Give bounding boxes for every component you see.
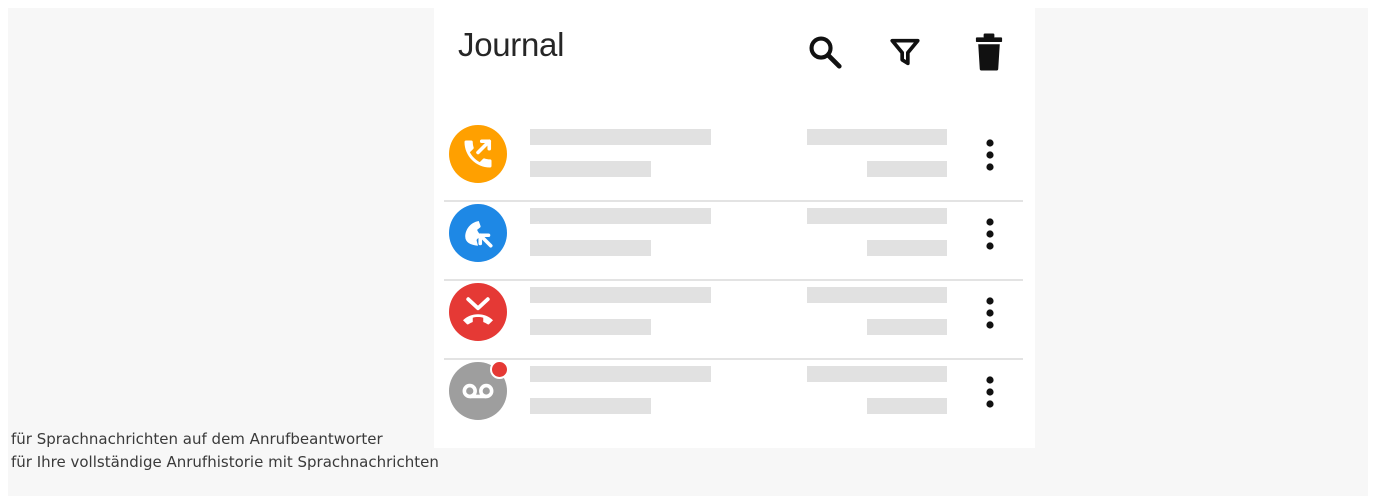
call-list-item-outgoing[interactable] (444, 123, 1023, 202)
caption-voicemail: für Sprachnachrichten auf dem Anrufbeant… (11, 430, 383, 448)
call-type-avatar (449, 283, 507, 341)
trash-icon (975, 33, 1003, 71)
call-date-placeholder (807, 287, 947, 303)
contact-number-placeholder (530, 319, 651, 335)
call-list-item-incoming[interactable] (444, 202, 1023, 281)
more-vertical-icon (986, 218, 994, 250)
delete-button[interactable] (969, 32, 1009, 72)
contact-name-placeholder (530, 366, 711, 382)
more-options-button[interactable] (975, 135, 1005, 175)
contact-number-placeholder (530, 240, 651, 256)
call-duration-placeholder (867, 319, 947, 335)
incoming-call-icon (465, 221, 493, 248)
call-duration-placeholder (867, 161, 947, 177)
journal-title: Journal (458, 26, 565, 63)
call-list-item-voicemail[interactable] (444, 360, 1023, 437)
journal-panel: Journal (434, 8, 1035, 448)
more-options-button[interactable] (975, 293, 1005, 333)
voicemail-icon (462, 383, 494, 399)
more-vertical-icon (986, 139, 994, 171)
contact-name-placeholder (530, 208, 711, 224)
more-vertical-icon (986, 297, 994, 329)
call-type-avatar (449, 204, 507, 262)
search-button[interactable] (805, 32, 845, 72)
search-icon (809, 36, 842, 69)
call-date-placeholder (807, 208, 947, 224)
contact-number-placeholder (530, 161, 651, 177)
contact-name-placeholder (530, 287, 711, 303)
caption-call-history: für Ihre vollständige Anrufhistorie mit … (11, 453, 439, 471)
more-options-button[interactable] (975, 372, 1005, 412)
filter-icon (890, 38, 920, 66)
call-date-placeholder (807, 366, 947, 382)
missed-call-icon (463, 297, 493, 325)
call-type-avatar (449, 360, 509, 420)
call-list-item-missed[interactable] (444, 281, 1023, 360)
call-duration-placeholder (867, 398, 947, 414)
more-vertical-icon (986, 376, 994, 408)
call-type-avatar (449, 125, 507, 183)
call-date-placeholder (807, 129, 947, 145)
unread-badge (490, 360, 509, 379)
call-duration-placeholder (867, 240, 947, 256)
contact-number-placeholder (530, 398, 651, 414)
outgoing-call-icon (464, 139, 492, 168)
filter-button[interactable] (885, 32, 925, 72)
more-options-button[interactable] (975, 214, 1005, 254)
contact-name-placeholder (530, 129, 711, 145)
call-list (434, 123, 1035, 437)
